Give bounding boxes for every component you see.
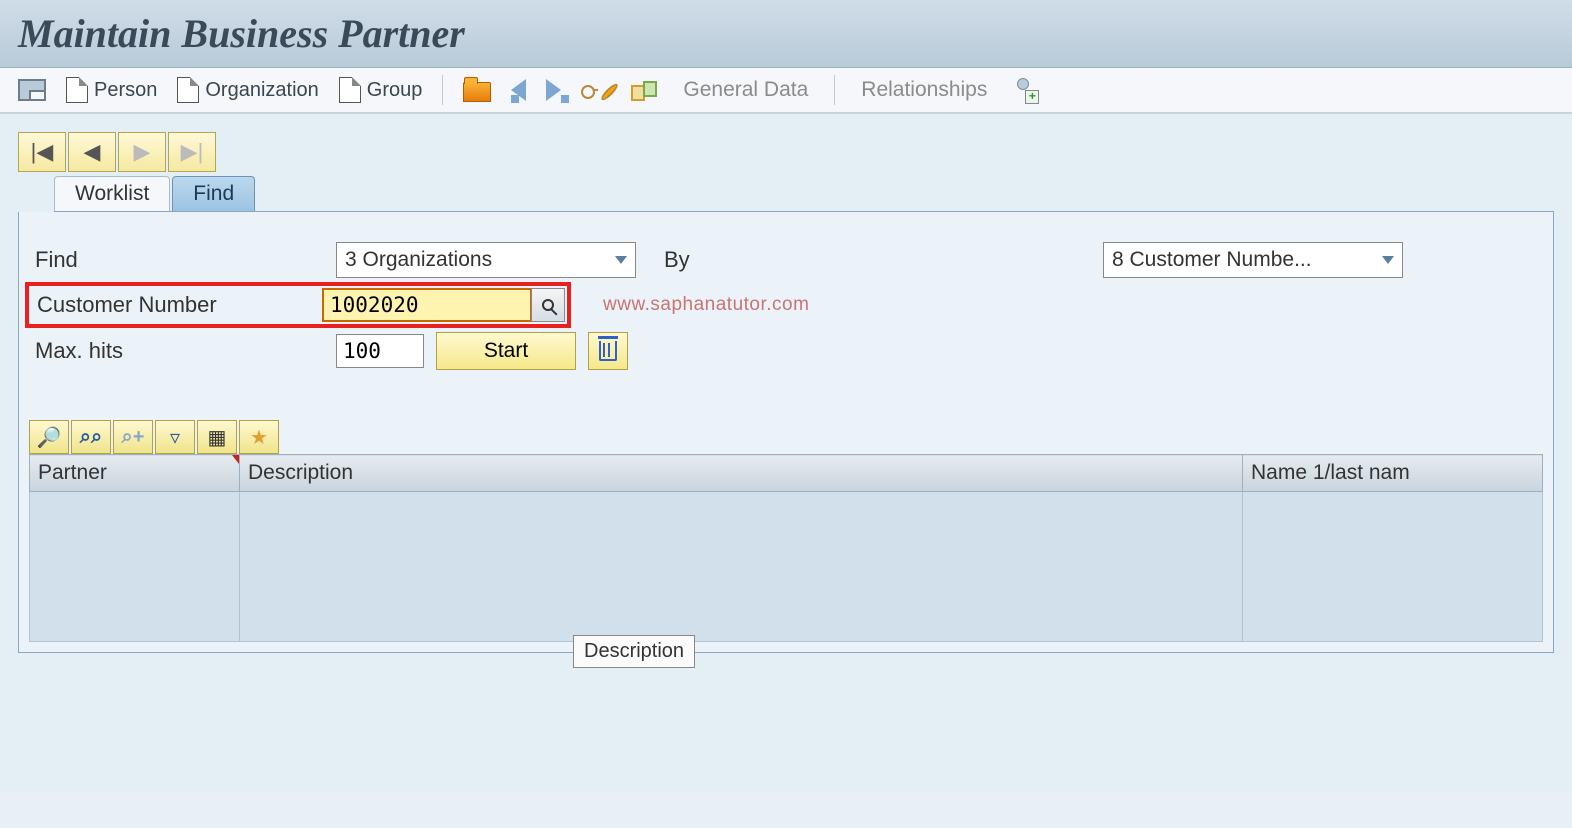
layout-icon xyxy=(18,79,46,101)
col-name1[interactable]: Name 1/last nam xyxy=(1243,455,1543,492)
prev-record-button[interactable]: ◀ xyxy=(68,132,116,172)
nav-back-button[interactable] xyxy=(505,76,532,104)
tab-find[interactable]: Find xyxy=(172,176,255,211)
search-icon xyxy=(542,299,554,311)
general-data-label: General Data xyxy=(683,78,808,102)
group-label: Group xyxy=(367,79,423,102)
trash-icon xyxy=(599,341,617,361)
relationships-label: Relationships xyxy=(861,78,987,102)
user-plus-icon xyxy=(1013,78,1037,102)
favorite-button[interactable]: ★ xyxy=(239,420,279,454)
find-panel: Find 3 Organizations By 8 Customer Numbe… xyxy=(18,212,1554,653)
start-button[interactable]: Start xyxy=(436,332,576,370)
tab-worklist[interactable]: Worklist xyxy=(54,176,170,211)
marker-icon xyxy=(232,455,239,464)
find-dropdown[interactable]: 3 Organizations xyxy=(336,242,636,278)
record-nav: |◀ ◀ ▶ ▶| xyxy=(18,132,1554,172)
col-partner[interactable]: Partner xyxy=(30,455,240,492)
glasses-edit-button[interactable] xyxy=(575,78,617,102)
organization-button[interactable]: Organization xyxy=(171,74,324,106)
filter-icon: ▿ xyxy=(170,425,180,450)
organization-label: Organization xyxy=(205,79,318,102)
watermark-text: www.saphanatutor.com xyxy=(603,294,809,316)
last-record-button[interactable]: ▶| xyxy=(168,132,216,172)
switch-button[interactable] xyxy=(625,76,663,104)
folder-open-icon xyxy=(463,82,491,102)
glasses-pencil-icon xyxy=(581,81,611,99)
chevron-down-icon xyxy=(1382,256,1394,264)
customer-number-row: Customer Number www.saphanatutor.com xyxy=(29,286,1543,324)
arrow-left-icon xyxy=(511,79,526,101)
results-table: Partner Description Name 1/last nam xyxy=(29,454,1543,642)
highlight-annotation: Customer Number xyxy=(25,282,571,328)
customer-number-input[interactable] xyxy=(322,288,532,322)
find-dropdown-value: 3 Organizations xyxy=(345,248,492,272)
page-title: Maintain Business Partner xyxy=(18,10,1554,57)
arrow-right-icon xyxy=(546,79,561,101)
switch-icon xyxy=(631,79,657,101)
page-icon xyxy=(339,77,361,103)
table-row xyxy=(30,492,1543,642)
max-hits-label: Max. hits xyxy=(29,338,324,364)
binoculars-plus-icon: ⌕+ xyxy=(122,426,145,449)
find-row: Find 3 Organizations By 8 Customer Numbe… xyxy=(29,242,1543,278)
by-dropdown-value: 8 Customer Numbe... xyxy=(1112,248,1312,272)
value-help-button[interactable] xyxy=(531,288,565,322)
detail-view-button[interactable]: 🔎 xyxy=(29,420,69,454)
person-button[interactable]: Person xyxy=(60,74,163,106)
separator xyxy=(834,75,835,105)
app-toolbar: Person Organization Group General Data R… xyxy=(0,68,1572,113)
first-record-button[interactable]: |◀ xyxy=(18,132,66,172)
clear-button[interactable] xyxy=(588,332,628,370)
filter-button[interactable]: ▿ xyxy=(155,420,195,454)
layout-button[interactable] xyxy=(12,76,52,104)
separator xyxy=(442,75,443,105)
grid-icon: ▦ xyxy=(208,425,227,450)
layout-button[interactable]: ▦ xyxy=(197,420,237,454)
page-icon xyxy=(177,77,199,103)
by-dropdown[interactable]: 8 Customer Numbe... xyxy=(1103,242,1403,278)
max-hits-input[interactable] xyxy=(336,334,424,368)
group-button[interactable]: Group xyxy=(333,74,429,106)
chevron-down-icon xyxy=(615,256,627,264)
main-area: |◀ ◀ ▶ ▶| Worklist Find Find 3 Organizat… xyxy=(0,113,1572,791)
nav-forward-button[interactable] xyxy=(540,76,567,104)
open-button[interactable] xyxy=(457,75,497,105)
add-user-button[interactable] xyxy=(1007,75,1043,105)
result-toolbar: 🔎 ⌕⌕ ⌕+ ▿ ▦ ★ xyxy=(29,420,1543,454)
binoculars-icon: ⌕⌕ xyxy=(80,426,102,449)
max-hits-row: Max. hits Start xyxy=(29,332,1543,370)
tooltip: Description xyxy=(573,635,695,668)
next-record-button[interactable]: ▶ xyxy=(118,132,166,172)
star-icon: ★ xyxy=(250,425,268,450)
find-button[interactable]: ⌕⌕ xyxy=(71,420,111,454)
by-label: By xyxy=(648,247,803,273)
col-description[interactable]: Description xyxy=(240,455,1243,492)
tab-row: Worklist Find xyxy=(54,176,1554,212)
page-icon xyxy=(66,77,88,103)
title-bar: Maintain Business Partner xyxy=(0,0,1572,68)
customer-number-label: Customer Number xyxy=(31,292,322,318)
find-label: Find xyxy=(29,247,324,273)
find-next-button[interactable]: ⌕+ xyxy=(113,420,153,454)
person-label: Person xyxy=(94,79,157,102)
detail-icon: 🔎 xyxy=(37,425,62,450)
